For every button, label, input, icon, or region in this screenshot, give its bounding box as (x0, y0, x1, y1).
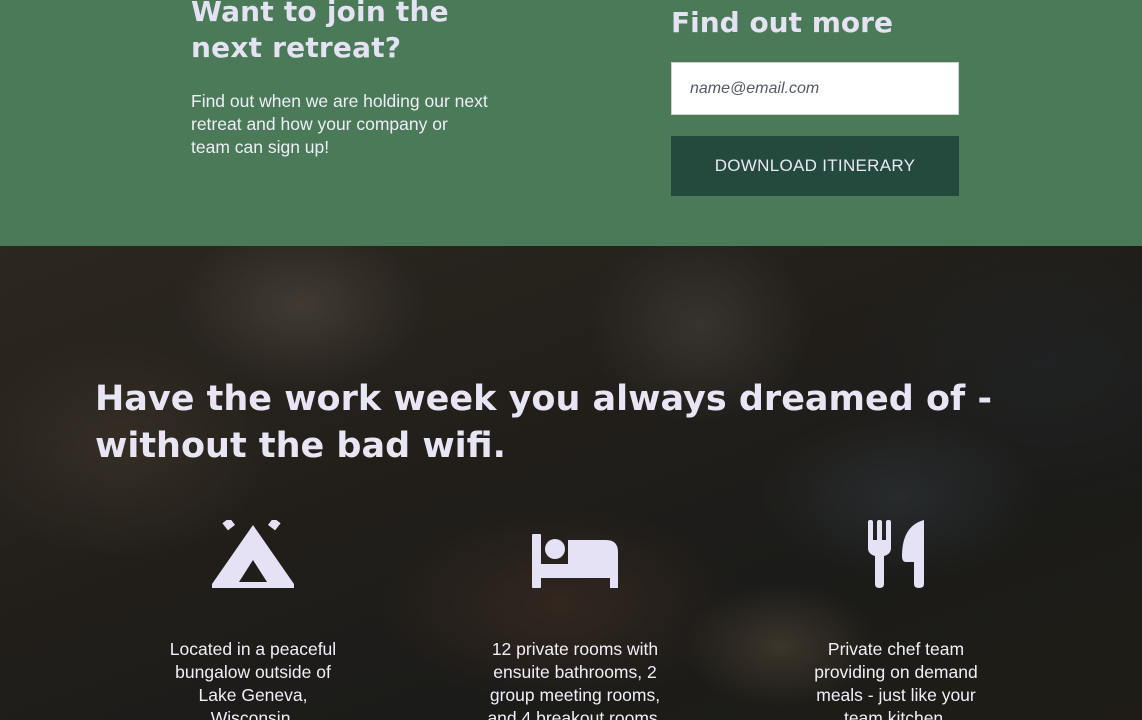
signup-section: Want to join the next retreat? Find out … (0, 0, 1142, 246)
signup-heading: Want to join the next retreat? (191, 0, 449, 64)
email-input[interactable] (671, 62, 959, 115)
hero-photo-section: Have the work week you always dreamed of… (0, 246, 1142, 720)
hero-tagline: Have the work week you always dreamed of… (95, 379, 992, 466)
signup-description: Find out when we are holding our next re… (191, 91, 488, 157)
feature-location-text: Located in a peaceful bungalow outside o… (169, 639, 337, 720)
feature-chef: Private chef team providing on demand me… (786, 518, 1006, 720)
feature-rooms: 12 private rooms with ensuite bathrooms,… (465, 518, 685, 720)
feature-chef-text: Private chef team providing on demand me… (814, 639, 978, 720)
utensils-icon (786, 518, 1006, 588)
download-itinerary-button[interactable]: DOWNLOAD ITINERARY (671, 136, 959, 196)
feature-rooms-text: 12 private rooms with ensuite bathrooms,… (487, 639, 663, 720)
feature-location: Located in a peaceful bungalow outside o… (143, 518, 363, 720)
find-out-more-heading: Find out more (671, 6, 893, 39)
tent-icon (143, 518, 363, 588)
bed-icon (465, 518, 685, 588)
